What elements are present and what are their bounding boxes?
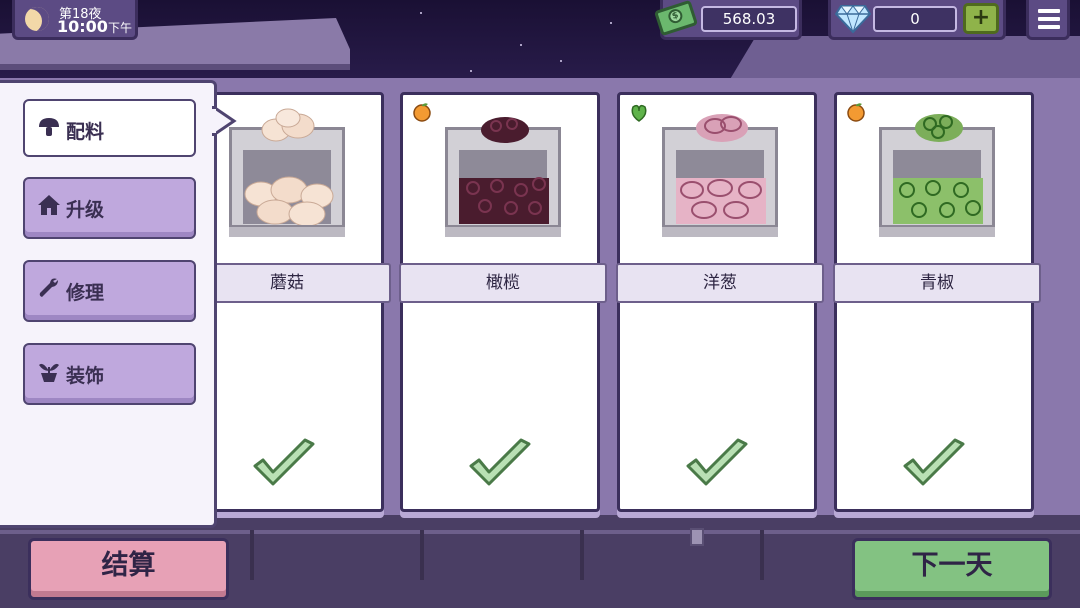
ingredient-name: 青椒 — [833, 263, 1041, 303]
floor-seam — [760, 530, 764, 580]
floor-seam — [420, 530, 424, 580]
menu-icon — [1038, 17, 1060, 21]
mushroom-heap-icon — [261, 108, 315, 142]
menu-icon — [1038, 9, 1060, 13]
clock-time: 10:00下午 — [57, 17, 132, 36]
wrench-icon — [39, 278, 58, 297]
tab-upgrade[interactable]: 升级 — [23, 177, 196, 239]
tab-label: 装饰 — [66, 365, 105, 387]
panel-pointer — [212, 106, 237, 136]
cash-icon: $ — [653, 0, 699, 37]
pepper-heap-icon — [915, 114, 963, 142]
floor-post — [690, 528, 704, 546]
onion-heap-icon — [696, 114, 748, 142]
ingredient-card-onion[interactable]: 洋葱 — [616, 92, 824, 512]
checkmark-icon[interactable] — [251, 438, 317, 490]
ingredient-name: 洋葱 — [616, 263, 824, 303]
tab-decoration[interactable]: 装饰 — [23, 343, 196, 405]
night-badge: 第18夜 10:00下午 — [12, 0, 138, 40]
checkmark-icon[interactable] — [684, 438, 750, 490]
checkmark-icon[interactable] — [901, 438, 967, 490]
money-value: 568.03 — [701, 6, 797, 32]
mushroom-icon — [39, 118, 59, 136]
mushroom-pile-icon — [244, 176, 334, 226]
money-counter: $ 568.03 — [653, 0, 802, 40]
ingredient-crate — [879, 114, 995, 237]
tab-label: 修理 — [66, 282, 105, 304]
potted-plant-icon — [39, 363, 59, 382]
ingredient-crate — [229, 108, 345, 237]
floor-seam — [580, 530, 584, 580]
ingredient-name: 橄榄 — [399, 263, 607, 303]
olive-pile-icon — [459, 177, 549, 224]
ingredient-crate — [662, 114, 778, 237]
olive-heap-icon — [481, 117, 529, 143]
pepper-pile-icon — [893, 178, 983, 224]
menu-icon — [1038, 25, 1060, 29]
orange-icon — [413, 103, 431, 122]
gem-value: 0 — [873, 6, 957, 32]
clock-time-value: 10:00 — [57, 17, 108, 36]
add-gems-button[interactable]: + — [963, 3, 999, 34]
checkmark-icon[interactable] — [467, 438, 533, 490]
tab-repair[interactable]: 修理 — [23, 260, 196, 322]
clock-time-suffix: 下午 — [107, 21, 132, 35]
ingredient-card-green-pepper[interactable]: 青椒 — [833, 92, 1041, 512]
tab-label: 升级 — [66, 199, 105, 221]
gem-counter: 0 + — [828, 0, 1006, 40]
leaf-icon — [631, 104, 647, 122]
settle-button[interactable]: 结算 — [28, 538, 229, 600]
menu-button[interactable] — [1026, 0, 1070, 40]
floor-edge — [0, 530, 1080, 534]
next-day-button[interactable]: 下一天 — [852, 538, 1052, 600]
category-panel: 配料 升级 修理 装饰 — [0, 80, 217, 528]
tab-label: 配料 — [66, 121, 105, 143]
moon-icon — [25, 7, 49, 31]
tab-ingredients[interactable]: 配料 — [23, 99, 196, 157]
orange-icon — [847, 103, 865, 122]
ingredient-card-olive[interactable]: 橄榄 — [399, 92, 607, 512]
floor-seam — [250, 530, 254, 580]
diamond-icon — [835, 5, 871, 34]
house-icon — [38, 195, 60, 215]
ingredient-crate — [445, 117, 561, 237]
onion-pile-icon — [676, 178, 766, 224]
